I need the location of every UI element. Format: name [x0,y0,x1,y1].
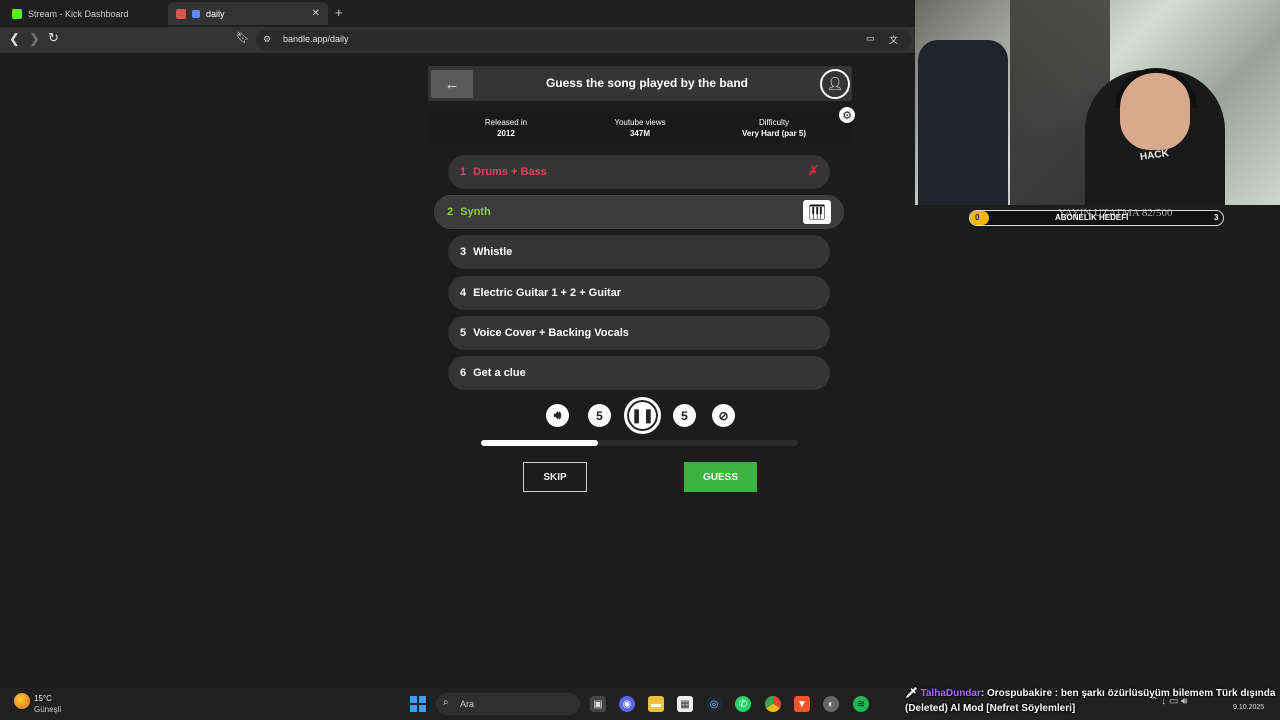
stem-label: Synth [460,206,491,218]
no-repeat-icon[interactable]: ⊘ [712,404,735,427]
difficulty-info: Difficulty Very Hard (par 5) [709,117,839,139]
forward-seconds: 5 [681,408,688,423]
rewind-5-icon[interactable]: 5 [588,404,611,427]
views-value: 347M [629,129,650,138]
stem-1[interactable]: 1 Drums + Bass [448,155,830,189]
difficulty-label: Difficulty [758,118,790,127]
windows-start-icon[interactable] [410,696,426,712]
tab-group-icon [192,9,200,18]
views-info: Youtube views 347M [575,117,705,139]
stem-2[interactable]: 2 Synth [434,195,844,229]
weather-temp[interactable]: 15°C [34,694,52,703]
stem-number: 2 [447,206,454,218]
views-label: Youtube views [614,118,666,127]
spotify-icon[interactable]: ≋ [853,696,869,712]
brave-icon[interactable]: ▼ [794,696,810,712]
reload-icon[interactable]: ↻ [48,30,59,46]
stem-4[interactable]: 4 Electric Guitar 1 + 2 + Guitar [448,276,830,310]
chat-message: 🗡︎ TalhaDundar: Orospubakire : ben şarkı… [905,686,1280,716]
user-icon: 👤︎ [826,76,844,91]
stem-label: Whistle [473,246,513,258]
weather-sun-icon[interactable] [14,693,30,709]
translate-icon[interactable]: 文 [889,33,898,46]
close-tab-icon[interactable]: ✕ [312,8,320,19]
difficulty-value: Very Hard (par 5) [741,129,807,138]
task-view-icon[interactable]: ▣ [590,696,606,712]
tab-label: Stream - Kick Dashboard [28,8,129,19]
chat-username: TalhaDundar [920,688,981,699]
address-bar[interactable] [256,30,911,50]
stem-label: Get a clue [473,367,526,379]
volume-icon[interactable]: 🔊︎ [546,404,569,427]
discord-icon[interactable]: ◉ [619,696,635,712]
stem-number: 4 [460,287,467,299]
bookmark-icon[interactable]: 🔖︎ [236,31,250,44]
search-placeholder[interactable]: Ara [460,699,474,709]
pause-icon[interactable]: ❚❚ [624,397,661,434]
stem-label: Drums + Bass [473,166,547,178]
weather-desc[interactable]: Güneşli [34,705,61,714]
stem-6-get-a-clue[interactable]: 6 Get a clue [448,356,830,390]
wrong-x-icon: ✗ [808,163,819,178]
synth-keyboard-icon: 🎹︎ [803,200,831,224]
goal-target: 3 [1214,213,1219,222]
kick-favicon-icon [12,8,22,19]
stem-number: 3 [460,246,467,258]
skip-button[interactable]: SKIP [523,462,587,492]
bandle-favicon-icon [176,8,186,19]
store-icon[interactable]: ▦ [677,696,693,712]
stem-number: 1 [460,166,467,178]
stem-label: Voice Cover + Backing Vocals [473,327,629,339]
goal-label: ABONELİK HEDEFİ [1055,213,1129,222]
chat-badge-icon: 🗡︎ [905,688,918,699]
tab-daily[interactable]: daily ✕ [168,2,328,25]
tab-label: daily [206,8,225,19]
rewind-seconds: 5 [596,408,603,423]
cast-icon[interactable]: ▭ [866,33,875,44]
steam-icon[interactable]: ◎ [706,696,722,712]
webcam-chair [918,40,1008,205]
forward-arrow-icon[interactable]: ❯ [29,31,40,47]
stem-number: 5 [460,327,467,339]
obs-icon[interactable]: ◐ [823,696,839,712]
progress-fill [481,440,599,446]
stem-number: 6 [460,367,467,379]
stem-label: Electric Guitar 1 + 2 + Guitar [473,287,622,299]
whatsapp-icon[interactable]: ✆ [735,696,751,712]
stem-3[interactable]: 3 Whistle [448,235,830,269]
back-arrow-icon[interactable]: ❮ [9,31,20,47]
forward-5-icon[interactable]: 5 [673,404,696,427]
back-button[interactable]: ← [431,70,473,98]
new-tab-button[interactable]: + [335,5,343,20]
taskbar-search[interactable] [436,693,580,715]
file-explorer-icon[interactable]: ▬ [648,696,664,712]
site-settings-icon[interactable]: ⚙︎ [263,34,271,45]
release-info: Released in 2012 [441,117,571,139]
release-label: Released in [484,118,528,127]
gear-icon[interactable]: ⚙ [839,107,855,123]
goal-current: 0 [975,213,980,222]
subscription-goal-fill [970,211,989,225]
url-text[interactable]: bandle.app/daily [283,34,349,44]
stem-5[interactable]: 5 Voice Cover + Backing Vocals [448,316,830,350]
guess-button[interactable]: GUESS [684,462,757,492]
left-arrow-icon: ← [444,75,460,93]
search-icon: ⌕ [443,697,449,708]
tab-kick-dashboard[interactable]: Stream - Kick Dashboard [4,2,164,25]
release-value: 2012 [497,129,515,138]
chrome-icon[interactable] [765,696,781,712]
page-title: Guess the song played by the band [545,76,749,90]
profile-button[interactable]: 👤︎ [820,69,850,99]
